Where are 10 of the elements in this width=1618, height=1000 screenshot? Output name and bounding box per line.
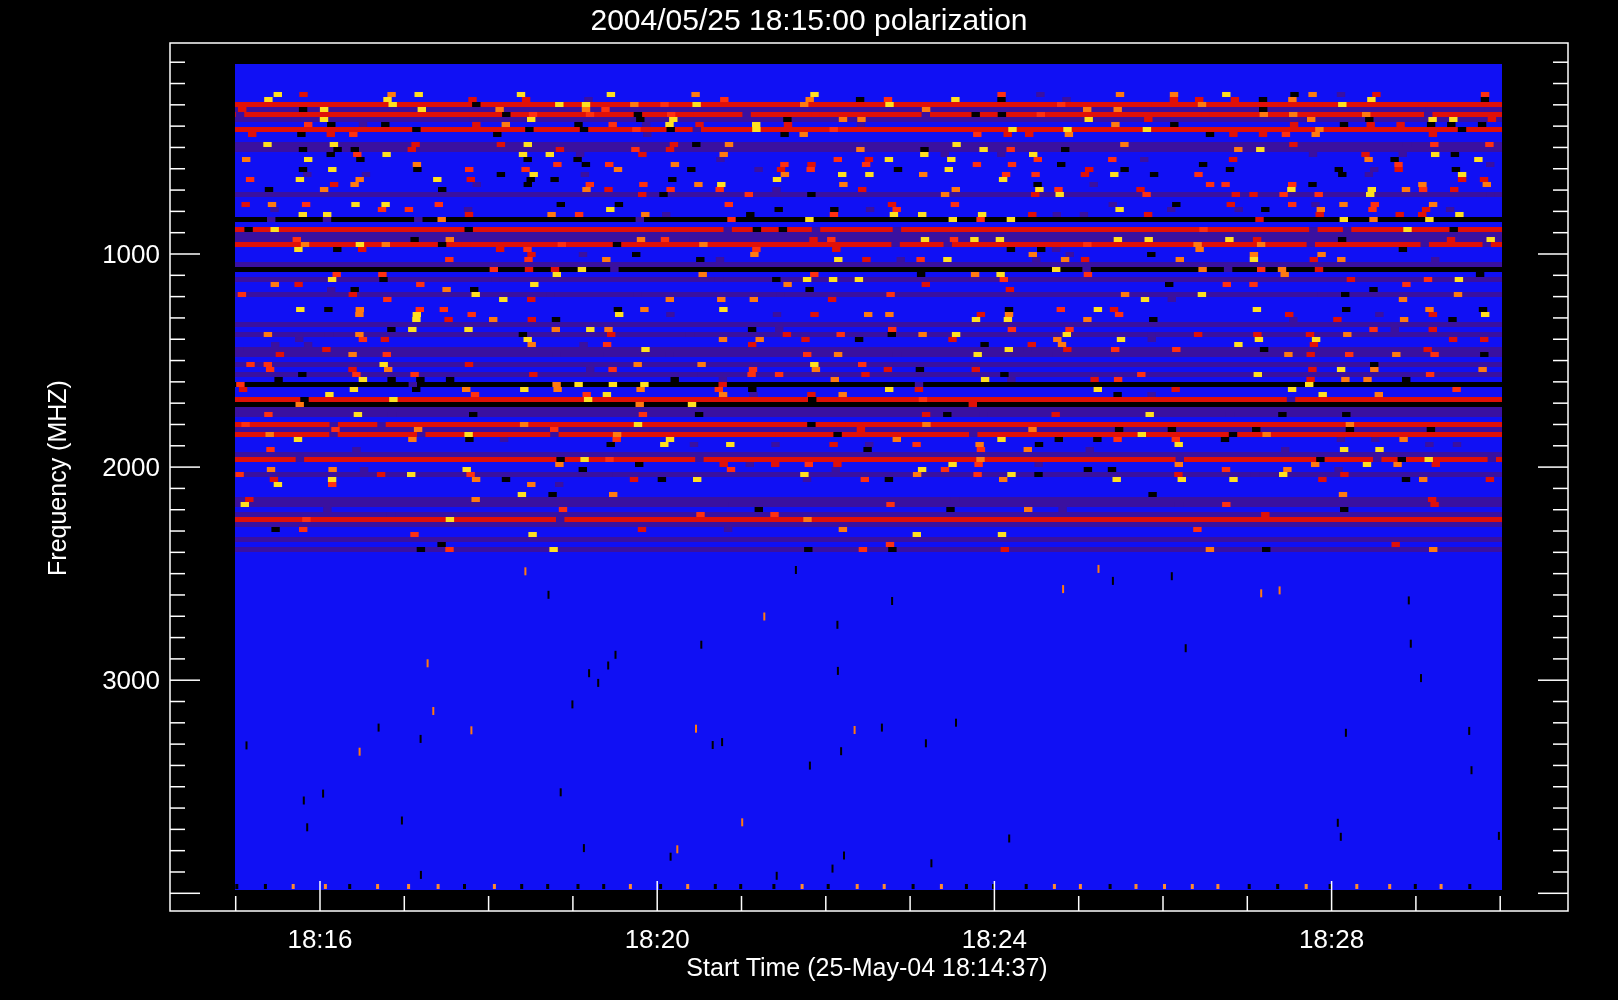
y-axis-label: Frequency (MHZ) bbox=[43, 380, 71, 576]
x-axis-label: Start Time (25-May-04 18:14:37) bbox=[686, 953, 1048, 981]
x-tick-label: 18:28 bbox=[1299, 924, 1365, 954]
chart-title: 2004/05/25 18:15:00 polarization bbox=[590, 3, 1028, 36]
x-tick-label: 18:24 bbox=[961, 924, 1027, 954]
y-tick-label: 3000 bbox=[102, 665, 160, 696]
y-tick-label: 2000 bbox=[102, 452, 160, 483]
x-tick-label: 18:20 bbox=[624, 924, 690, 954]
x-tick-label: 18:16 bbox=[287, 924, 353, 954]
y-tick-label: 1000 bbox=[102, 239, 160, 269]
